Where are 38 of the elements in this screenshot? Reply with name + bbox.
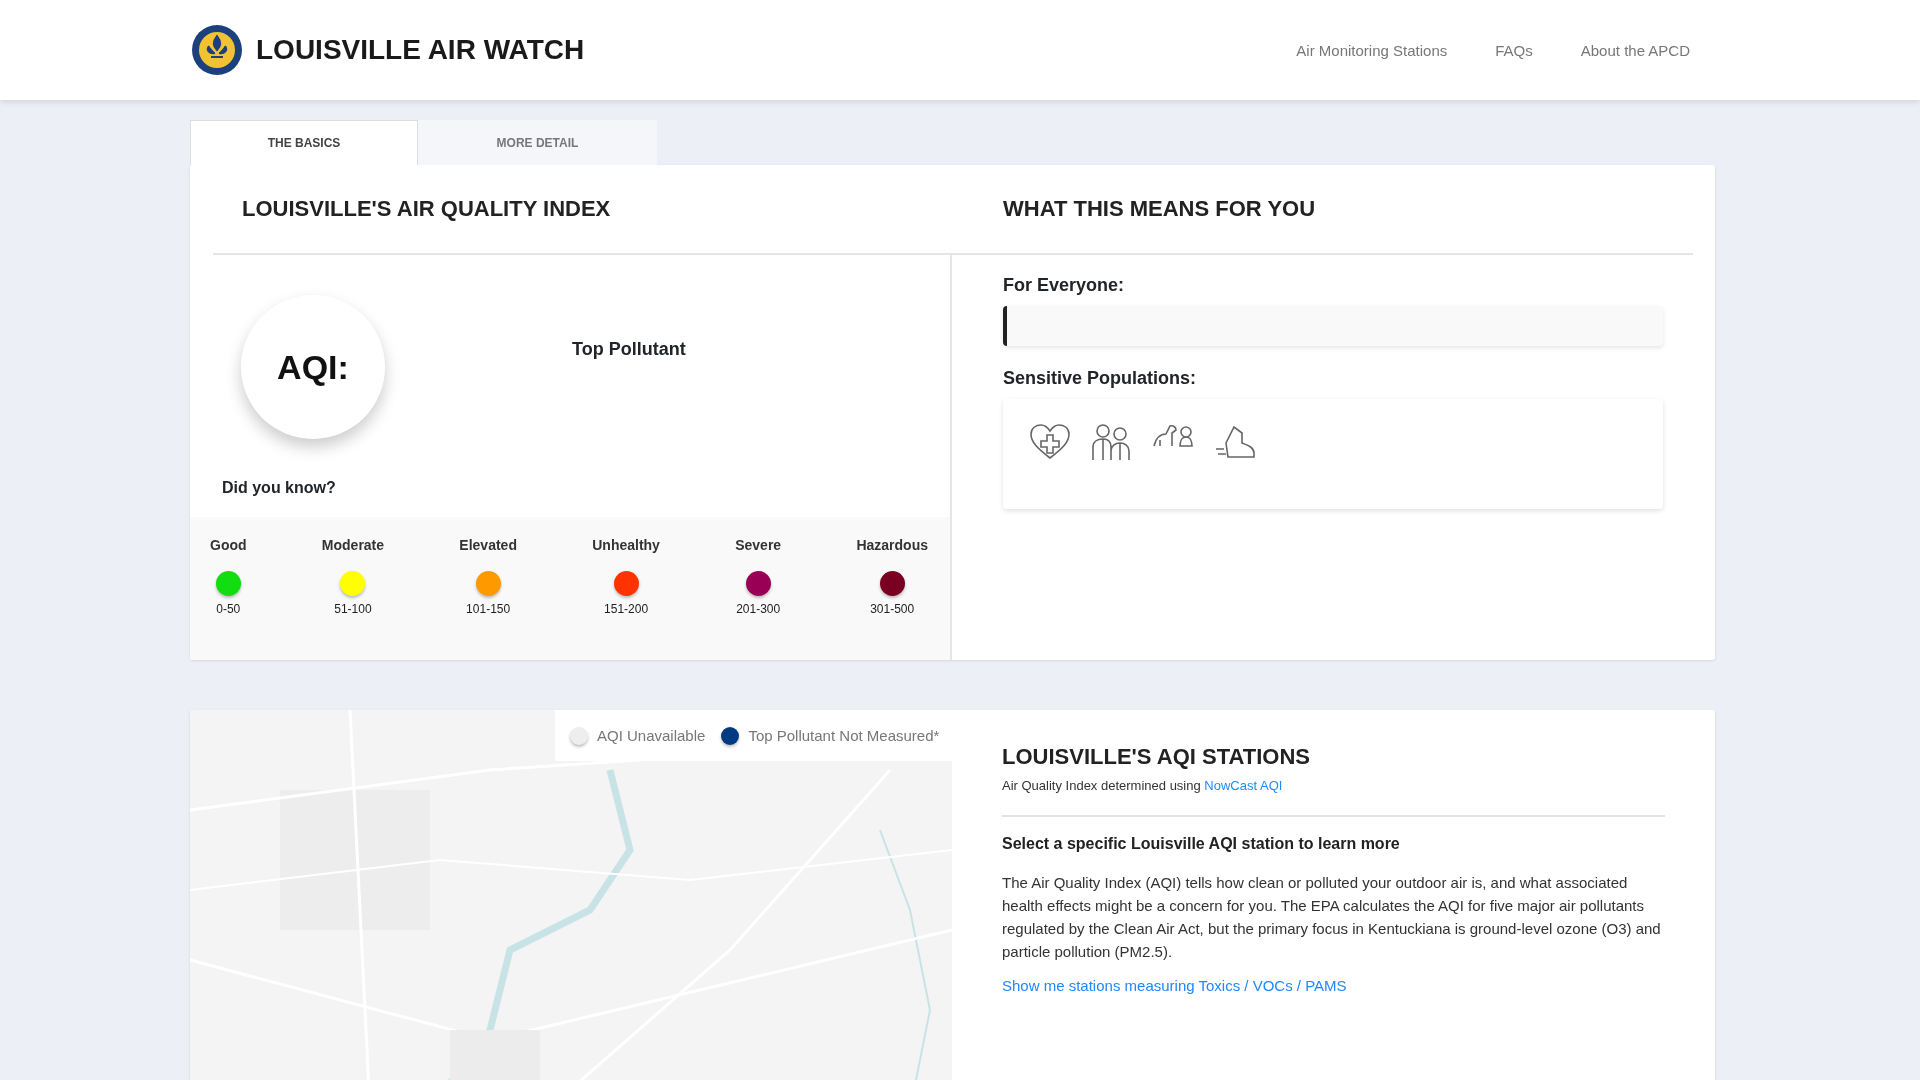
level-name: Good [210, 537, 247, 553]
level-name: Unhealthy [592, 537, 660, 553]
level-range: 151-200 [604, 602, 649, 616]
level-range: 101-150 [466, 602, 511, 616]
everyone-label: For Everyone: [1003, 275, 1126, 296]
level-name: Hazardous [856, 537, 928, 553]
level-range: 0-50 [216, 602, 241, 616]
tab[interactable]: MORE DETAIL [418, 120, 657, 165]
nav-link[interactable]: About the APCD [1580, 41, 1690, 59]
stations-heading: Select a specific Louisville AQI station to learn more [1002, 835, 1401, 853]
site-title: LOUISVILLE AIR WATCH [256, 34, 585, 66]
aqi-method-note: Air Quality Index determined using NowCast AQI [1002, 778, 1284, 793]
level-range: 51-100 [334, 602, 372, 616]
level-name: Severe [735, 537, 782, 553]
running-shoe-icon [1214, 423, 1256, 461]
toxics-stations-link[interactable]: Show me stations measuring Toxics / VOCs / PAMS [1002, 977, 1347, 994]
top-pollutant-label: Top Pollutant [572, 339, 686, 360]
section-title: LOUISVILLE'S AQI STATIONS [1002, 744, 1311, 770]
section-title: WHAT THIS MEANS FOR YOU [1003, 196, 1316, 222]
heart-plus-icon [1029, 423, 1071, 461]
aqi-description: The Air Quality Index (AQI) tells how clean or polluted your outdoor air is, and what associated health effects might be a concern for you. The EPA calculates the AQI for five major air pollutants regulated by the Clean Air Act, but the primary focus in Kentuckiana is ground-level ozone (O3) and particle pollution (PM2.5). [1002, 873, 1662, 962]
nav-link[interactable]: Air Monitoring Stations [1296, 41, 1448, 59]
legend-label: AQI Unavailable [597, 727, 706, 744]
elderly-couple-icon [1091, 423, 1133, 461]
dog-and-baby-icon [1153, 423, 1194, 448]
city-seal-logo[interactable] [191, 24, 243, 76]
level-name: Moderate [321, 537, 385, 553]
level-range: 201-300 [736, 602, 781, 616]
level-name: Elevated [459, 537, 517, 553]
nowcast-link[interactable]: NowCast AQI [1204, 778, 1283, 793]
legend-label: Top Pollutant Not Measured* [748, 727, 940, 744]
tab[interactable]: THE BASICS [190, 120, 418, 165]
aqi-circle: AQI: [241, 295, 385, 439]
did-you-know-label: Did you know? [222, 479, 337, 497]
section-title: LOUISVILLE'S AIR QUALITY INDEX [242, 196, 611, 222]
level-range: 301-500 [870, 602, 915, 616]
nav-link[interactable]: FAQs [1495, 41, 1533, 59]
sensitive-label: Sensitive Populations: [1003, 368, 1198, 389]
